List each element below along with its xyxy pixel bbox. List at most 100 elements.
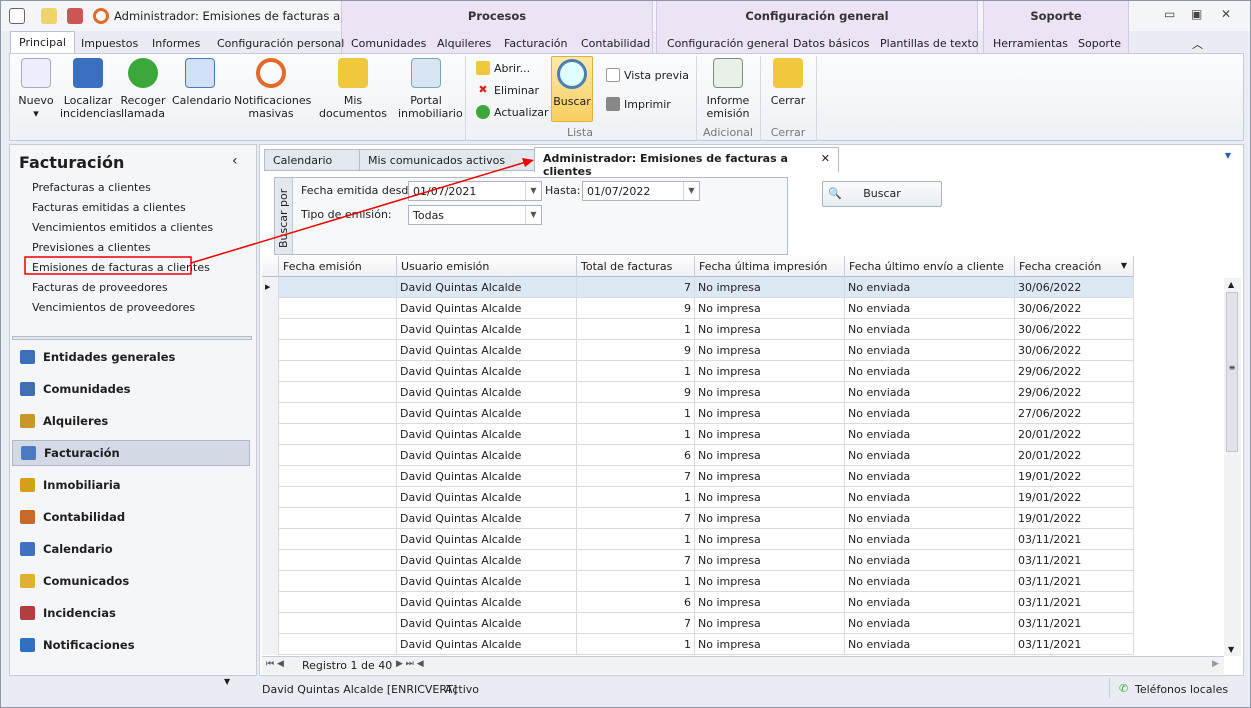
cell[interactable]: 9	[577, 298, 695, 319]
cell[interactable]: No impresa	[695, 466, 845, 487]
cell[interactable]: 30/06/2022	[1015, 319, 1134, 340]
notificaciones-masivas-button[interactable]: Notificaciones masivas	[234, 58, 311, 120]
tab-comunidades[interactable]: Comunidades	[351, 37, 426, 50]
close-button[interactable]: ✕	[1221, 7, 1231, 21]
cell[interactable]: David Quintas Alcalde	[397, 340, 577, 361]
cell[interactable]	[279, 487, 397, 508]
cell[interactable]: No impresa	[695, 571, 845, 592]
cell[interactable]: David Quintas Alcalde	[397, 298, 577, 319]
cell[interactable]: David Quintas Alcalde	[397, 592, 577, 613]
cell[interactable]: 27/06/2022	[1015, 403, 1134, 424]
cell[interactable]: 03/11/2021	[1015, 613, 1134, 634]
cell[interactable]: 19/01/2022	[1015, 487, 1134, 508]
cell[interactable]: No enviada	[845, 550, 1015, 571]
table-row[interactable]: David Quintas Alcalde 6 No impresa No envia…	[262, 445, 1134, 466]
module-alquileres[interactable]: Alquileres	[12, 408, 250, 434]
chevron-down-icon[interactable]: ▼	[525, 206, 541, 224]
cerrar-button[interactable]: Cerrar	[766, 58, 810, 107]
table-row[interactable]: David Quintas Alcalde 1 No impresa No envia…	[262, 487, 1134, 508]
cell[interactable]: David Quintas Alcalde	[397, 445, 577, 466]
cell[interactable]: No enviada	[845, 445, 1015, 466]
table-row[interactable]: David Quintas Alcalde 9 No impresa No envia…	[262, 340, 1134, 361]
module-comunidades[interactable]: Comunidades	[12, 376, 250, 402]
cell[interactable]	[279, 298, 397, 319]
cell[interactable]	[279, 319, 397, 340]
mis-documentos-button[interactable]: Mis documentos	[312, 58, 394, 120]
vista-previa-button[interactable]: Vista previa	[606, 68, 689, 82]
nav-link[interactable]: Vencimientos de proveedores	[32, 301, 195, 314]
collapse-pane-button[interactable]: ‹	[232, 153, 238, 169]
informe-emision-button[interactable]: Informe emisión	[702, 58, 754, 120]
cell[interactable]: No enviada	[845, 592, 1015, 613]
cell[interactable]: 30/06/2022	[1015, 277, 1134, 298]
cell[interactable]: 03/11/2021	[1015, 634, 1134, 655]
row-indicator[interactable]	[262, 613, 279, 634]
cell[interactable]	[279, 550, 397, 571]
row-indicator[interactable]	[262, 403, 279, 424]
row-indicator[interactable]	[262, 382, 279, 403]
collapse-ribbon-button[interactable]: ︿	[1192, 36, 1203, 52]
column-header[interactable]: Fecha última impresión	[695, 256, 845, 277]
cell[interactable]: David Quintas Alcalde	[397, 277, 577, 298]
nav-link[interactable]: Emisiones de facturas a clientes	[32, 261, 210, 274]
cell[interactable]	[279, 571, 397, 592]
cell[interactable]: No enviada	[845, 403, 1015, 424]
cell[interactable]: 6	[577, 592, 695, 613]
cell[interactable]	[279, 340, 397, 361]
scroll-down-icon[interactable]: ▼	[1228, 645, 1234, 654]
cell[interactable]: 19/01/2022	[1015, 508, 1134, 529]
tab-emisiones-facturas[interactable]: Administrador: Emisiones de facturas a c…	[534, 147, 839, 178]
portal-inmobiliario-button[interactable]: Portal inmobiliario	[398, 58, 463, 120]
module-comunicados[interactable]: Comunicados	[12, 568, 250, 594]
row-indicator[interactable]	[262, 361, 279, 382]
buscar-ribbon-button[interactable]: Buscar	[551, 56, 593, 122]
cell[interactable]: No enviada	[845, 487, 1015, 508]
cell[interactable]: 1	[577, 634, 695, 655]
cell[interactable]: 7	[577, 508, 695, 529]
row-indicator[interactable]	[262, 340, 279, 361]
column-header[interactable]: Fecha emisión	[279, 256, 397, 277]
cell[interactable]	[279, 445, 397, 466]
cell[interactable]: David Quintas Alcalde	[397, 382, 577, 403]
table-row[interactable]: David Quintas Alcalde 7 No impresa No envia…	[262, 508, 1134, 529]
cell[interactable]: 7	[577, 550, 695, 571]
table-row[interactable]: David Quintas Alcalde 6 No impresa No envia…	[262, 592, 1134, 613]
cell[interactable]: David Quintas Alcalde	[397, 613, 577, 634]
tabs-dropdown-icon[interactable]: ▼	[1225, 151, 1231, 160]
eliminar-button[interactable]: ✖ Eliminar	[476, 83, 539, 97]
maximize-button[interactable]: ▣	[1191, 7, 1202, 21]
tab-configuracion-general[interactable]: Configuración general	[667, 37, 789, 50]
cell[interactable]: 30/06/2022	[1015, 340, 1134, 361]
cell[interactable]: 6	[577, 445, 695, 466]
cell[interactable]: No impresa	[695, 508, 845, 529]
fecha-hasta-input[interactable]: 01/07/2022 ▼	[582, 181, 700, 201]
buscar-button[interactable]: 🔍 Buscar	[822, 181, 942, 207]
cell[interactable]: 29/06/2022	[1015, 361, 1134, 382]
cell[interactable]: David Quintas Alcalde	[397, 487, 577, 508]
cell[interactable]: No enviada	[845, 319, 1015, 340]
cell[interactable]: David Quintas Alcalde	[397, 550, 577, 571]
cell[interactable]: David Quintas Alcalde	[397, 634, 577, 655]
cell[interactable]: 7	[577, 277, 695, 298]
cell[interactable]: David Quintas Alcalde	[397, 403, 577, 424]
cell[interactable]	[279, 466, 397, 487]
cell[interactable]: 7	[577, 613, 695, 634]
cell[interactable]	[279, 424, 397, 445]
cell[interactable]: No enviada	[845, 634, 1015, 655]
cell[interactable]: No enviada	[845, 613, 1015, 634]
table-row[interactable]: David Quintas Alcalde 1 No impresa No envia…	[262, 529, 1134, 550]
telefonos-locales[interactable]: Teléfonos locales	[1135, 683, 1228, 696]
module-incidencias[interactable]: Incidencias	[12, 600, 250, 626]
column-header[interactable]: Fecha creación ▼	[1015, 256, 1134, 277]
table-row[interactable]: David Quintas Alcalde 1 No impresa No envia…	[262, 361, 1134, 382]
cell[interactable]: 20/01/2022	[1015, 445, 1134, 466]
cell[interactable]: No impresa	[695, 634, 845, 655]
pane-menu-chevron-icon[interactable]: ▼	[224, 677, 230, 686]
cell[interactable]: 1	[577, 424, 695, 445]
cell[interactable]: David Quintas Alcalde	[397, 466, 577, 487]
pane-splitter[interactable]	[12, 336, 252, 340]
cell[interactable]: David Quintas Alcalde	[397, 571, 577, 592]
cell[interactable]: No impresa	[695, 424, 845, 445]
cell[interactable]: No impresa	[695, 613, 845, 634]
cell[interactable]: 03/11/2021	[1015, 550, 1134, 571]
